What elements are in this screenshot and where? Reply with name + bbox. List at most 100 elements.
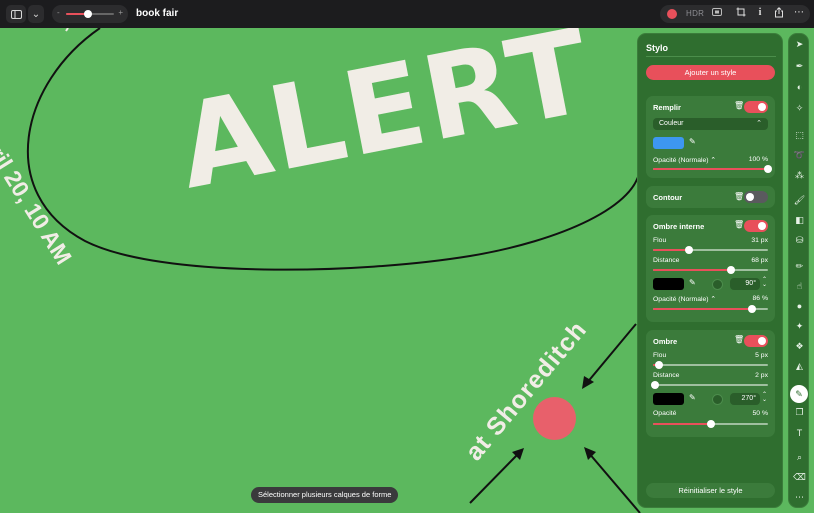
share-icon[interactable]: [772, 7, 786, 21]
slider-knob[interactable]: [651, 381, 660, 389]
export-frame-icon[interactable]: [710, 7, 724, 20]
zoom-in-icon[interactable]: +: [118, 8, 123, 17]
inner-shadow-opacity-value: 86 %: [752, 295, 769, 302]
shadow-distance-slider[interactable]: [651, 381, 768, 389]
lasso-icon[interactable]: ➰: [789, 148, 810, 163]
reset-style-button[interactable]: Réinitialiser le style: [646, 483, 775, 498]
red-circle-shape[interactable]: [533, 397, 576, 440]
zoom-out-icon[interactable]: -: [57, 8, 60, 17]
blur-icon[interactable]: ●: [789, 299, 810, 314]
crop-icon[interactable]: [734, 7, 748, 20]
text-icon[interactable]: T: [789, 426, 810, 441]
fill-toggle[interactable]: [744, 101, 768, 113]
eyedropper-icon[interactable]: ✎: [689, 278, 696, 287]
shape-blend-icon[interactable]: ◐: [789, 80, 810, 95]
pen-icon[interactable]: ✒: [789, 59, 810, 74]
pointer-icon[interactable]: ➤: [789, 37, 810, 52]
sidebar-menu-button[interactable]: ⌄: [28, 5, 44, 23]
selection-icon[interactable]: ⬚: [789, 128, 810, 143]
eyedropper-icon[interactable]: ✎: [689, 393, 696, 402]
shadow-opacity-slider[interactable]: [653, 420, 768, 428]
record-icon[interactable]: [667, 9, 677, 19]
shadow-distance-label: Distance: [653, 372, 680, 379]
zoom-knob[interactable]: [83, 10, 92, 18]
inner-shadow-blur-label: Flou: [653, 237, 667, 244]
top-toolbar: ⌄ - + book fair HDR i ⋯: [0, 0, 814, 28]
stroke-title: Contour: [653, 193, 683, 202]
inner-shadow-opacity-label[interactable]: Opacité (Normale) ⌃: [653, 295, 716, 303]
trash-icon[interactable]: 🗑: [734, 220, 744, 229]
slider-knob[interactable]: [764, 165, 772, 173]
slider-knob[interactable]: [654, 361, 663, 369]
angle-dial[interactable]: [712, 279, 723, 290]
fill-type-value: Couleur: [659, 120, 684, 127]
angle-dial[interactable]: [712, 394, 723, 405]
slider-knob[interactable]: [706, 420, 715, 428]
smudge-icon[interactable]: ☝: [789, 279, 810, 294]
inner-shadow-distance-label: Distance: [653, 257, 680, 264]
inner-shadow-blur-value: 31 px: [751, 237, 768, 244]
inner-shadow-toggle[interactable]: [744, 220, 768, 232]
eraser-icon[interactable]: ⌫: [789, 470, 810, 485]
style-panel: Stylo Ajouter un style Remplir 🗑 Couleur…: [637, 33, 783, 508]
fill-color-swatch[interactable]: [653, 137, 684, 149]
fill-section: Remplir 🗑 Couleur ⌃ ✎ Opacité (Normale) …: [646, 96, 775, 178]
hdr-toggle[interactable]: HDR: [686, 9, 704, 18]
inner-shadow-color-swatch[interactable]: [653, 278, 684, 290]
hint-tooltip: Sélectionner plusieurs calques de forme: [251, 487, 399, 503]
sparkle-icon[interactable]: ✧: [789, 101, 810, 116]
trash-icon[interactable]: 🗑: [734, 335, 744, 344]
more-icon[interactable]: ⋯: [789, 490, 810, 505]
slider-fill: [653, 168, 768, 170]
trash-icon[interactable]: 🗑: [734, 101, 744, 110]
sharpen-icon[interactable]: ✦: [789, 319, 810, 334]
inner-shadow-distance-value: 68 px: [751, 257, 768, 264]
pencil-icon[interactable]: ✏: [789, 259, 810, 274]
add-style-button[interactable]: Ajouter un style: [646, 65, 775, 80]
search-icon[interactable]: ⌕: [789, 450, 810, 465]
document-title[interactable]: book fair: [136, 8, 178, 19]
sidebar-toggle-button[interactable]: [6, 5, 26, 23]
clone-icon[interactable]: ❖: [789, 339, 810, 354]
brush-icon[interactable]: 🖌: [789, 193, 810, 208]
fill-opacity-label[interactable]: Opacité (Normale) ⌃: [653, 156, 716, 164]
arrow-top-right-line: [585, 323, 637, 385]
shadow-blur-slider[interactable]: [653, 361, 768, 369]
arrow-right-line: [587, 451, 641, 513]
shadow-blur-value: 5 px: [755, 352, 768, 359]
shadow-color-swatch[interactable]: [653, 393, 684, 405]
style-icon[interactable]: ✎: [790, 385, 808, 403]
info-icon[interactable]: i: [753, 7, 767, 18]
shadow-blur-label: Flou: [653, 352, 667, 359]
shadow-title: Ombre: [653, 337, 678, 346]
more-options-icon[interactable]: ⋯: [792, 7, 806, 18]
stroke-toggle[interactable]: [744, 191, 768, 203]
layers-icon[interactable]: ❐: [789, 405, 810, 420]
shadow-opacity-value: 50 %: [752, 410, 769, 417]
toolbar-actions: HDR i ⋯: [660, 5, 810, 23]
panel-title: Stylo: [646, 43, 669, 53]
angle-stepper[interactable]: ⌃ ⌄: [762, 277, 767, 288]
eyedropper-icon[interactable]: ✎: [689, 137, 696, 146]
magic-wand-icon[interactable]: ⁂: [789, 168, 810, 183]
shadow-angle-field[interactable]: 270°: [730, 393, 760, 405]
inner-shadow-blur-slider[interactable]: [653, 246, 768, 254]
sidebar-icon: [10, 9, 22, 19]
inner-shadow-distance-slider[interactable]: [653, 266, 768, 274]
fill-icon[interactable]: ◧: [789, 213, 810, 228]
inner-shadow-angle-field[interactable]: 90°: [730, 278, 760, 290]
inner-shadow-opacity-slider[interactable]: [653, 305, 768, 313]
bucket-icon[interactable]: ⛁: [789, 233, 810, 248]
trash-icon[interactable]: 🗑: [734, 192, 744, 201]
shadow-toggle[interactable]: [744, 335, 768, 347]
slider-knob[interactable]: [747, 305, 756, 313]
fill-type-select[interactable]: Couleur ⌃: [653, 118, 768, 130]
slider-knob[interactable]: [727, 266, 736, 274]
fill-opacity-slider[interactable]: [653, 165, 772, 173]
shadow-section: Ombre 🗑 Flou 5 px Distance 2 px ✎ 270° ⌃…: [646, 330, 775, 437]
slider-knob[interactable]: [684, 246, 693, 254]
zoom-slider[interactable]: - +: [52, 5, 128, 23]
zoom-track[interactable]: [66, 10, 114, 18]
angle-stepper[interactable]: ⌃ ⌄: [762, 392, 767, 403]
shapes-icon[interactable]: ◭: [789, 359, 810, 374]
